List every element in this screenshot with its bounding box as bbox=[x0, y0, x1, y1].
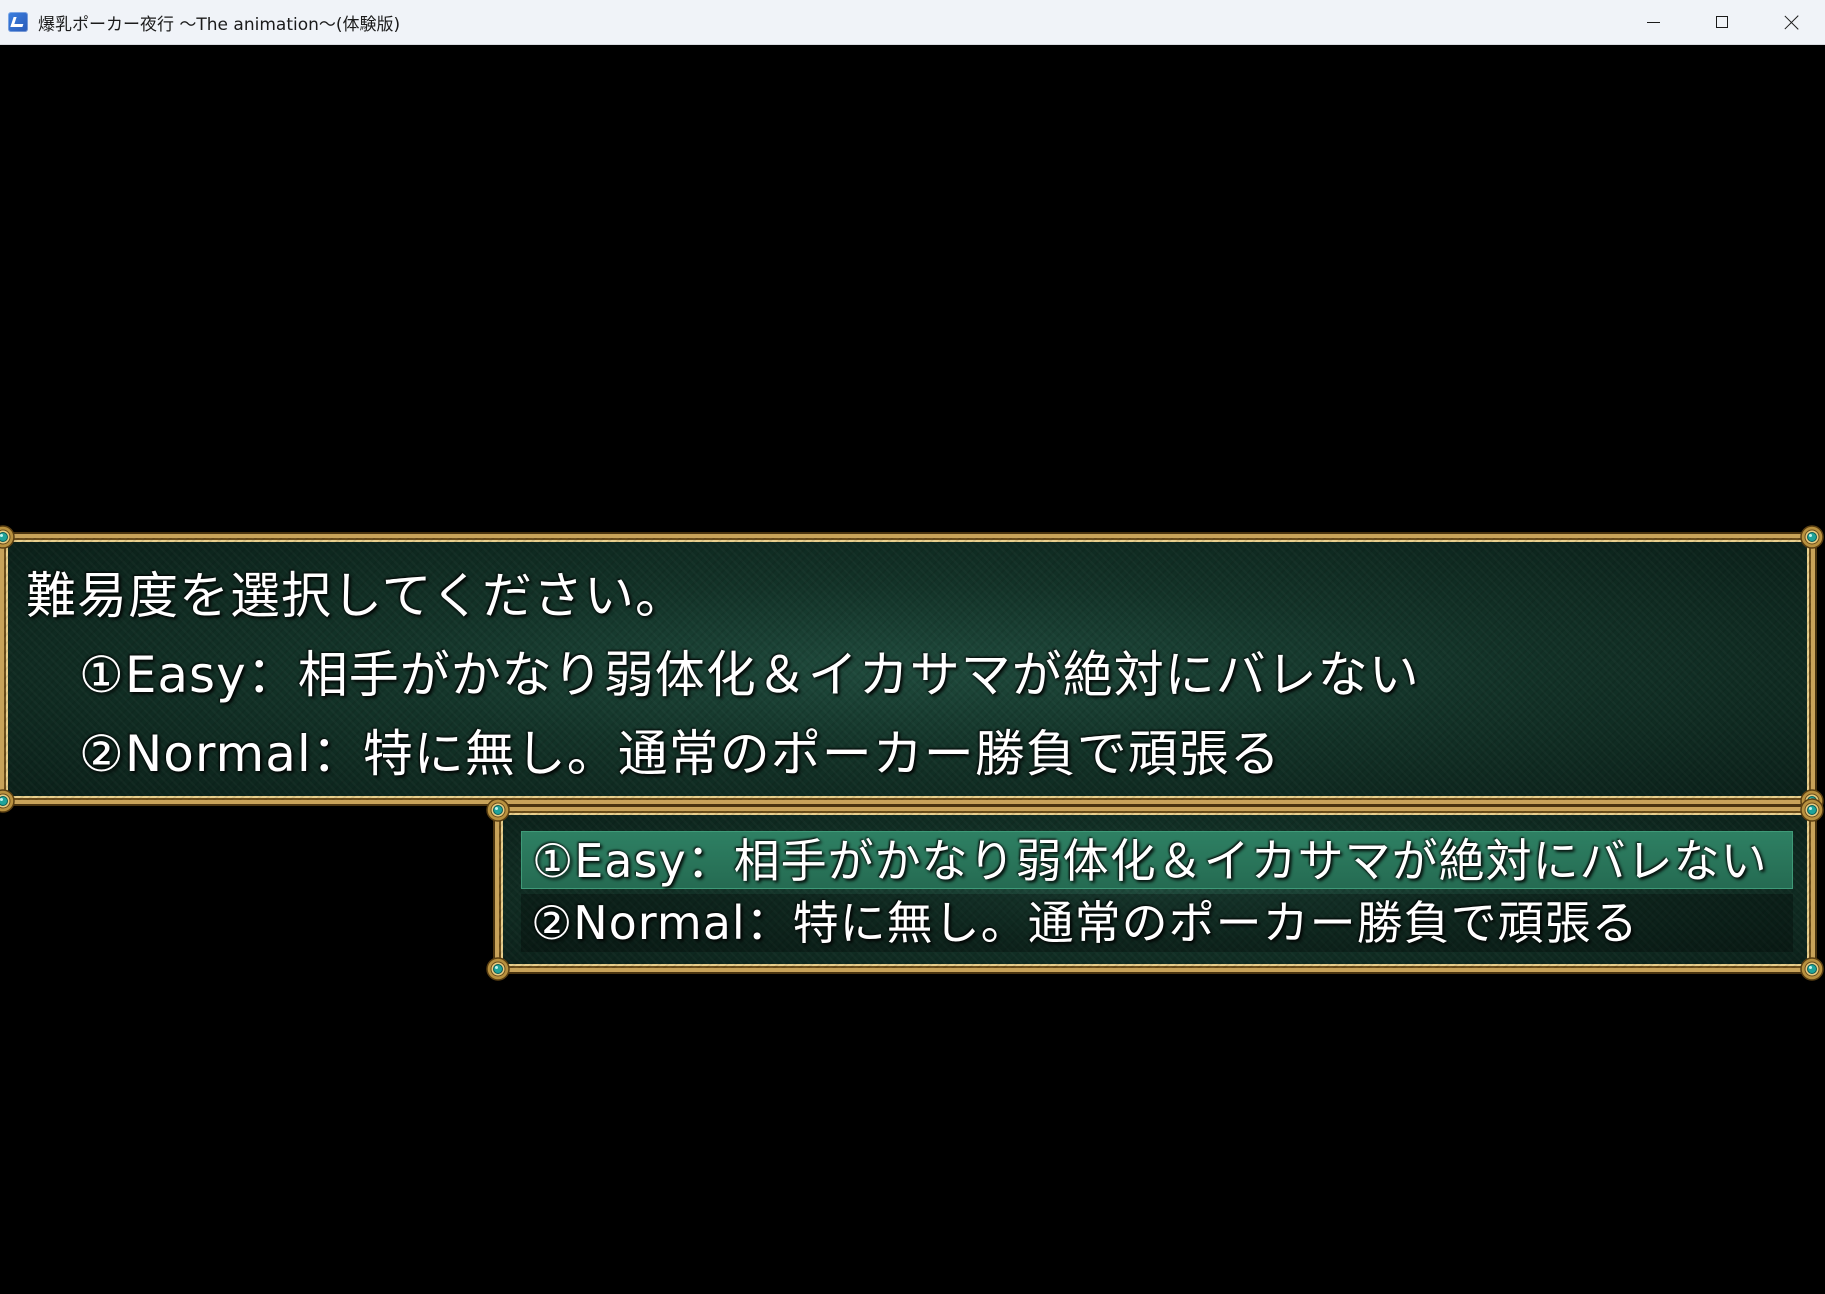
minimize-icon bbox=[1647, 22, 1660, 23]
close-button[interactable] bbox=[1757, 0, 1825, 45]
window-title: 爆乳ポーカー夜行 ～The animation～(体験版) bbox=[38, 15, 401, 35]
minimize-button[interactable] bbox=[1619, 0, 1687, 45]
ornament-corner-icon bbox=[1799, 797, 1825, 823]
close-icon bbox=[1784, 15, 1799, 30]
game-window: 爆乳ポーカー夜行 ～The animation～(体験版) 難易度を選択してくだ… bbox=[0, 0, 1825, 1294]
ornament-corner-icon bbox=[485, 797, 511, 823]
message-window: 難易度を選択してください。 ①Easy：相手がかなり弱体化＆イカサマが絶対にバレ… bbox=[0, 525, 1824, 813]
maximize-icon bbox=[1716, 16, 1728, 28]
title-bar[interactable]: 爆乳ポーカー夜行 ～The animation～(体験版) bbox=[0, 0, 1825, 45]
game-screen[interactable]: 難易度を選択してください。 ①Easy：相手がかなり弱体化＆イカサマが絶対にバレ… bbox=[0, 45, 1825, 1294]
maximize-button[interactable] bbox=[1688, 0, 1756, 45]
choice-normal[interactable]: ②Normal：特に無し。通常のポーカー勝負で頑張る bbox=[521, 894, 1793, 952]
message-prompt: 難易度を選択してください。 bbox=[26, 567, 686, 625]
message-option-easy: ①Easy：相手がかなり弱体化＆イカサマが絶対にバレない bbox=[79, 646, 1420, 704]
choice-window: ①Easy：相手がかなり弱体化＆イカサマが絶対にバレない ②Normal：特に無… bbox=[486, 798, 1824, 981]
ornament-corner-icon bbox=[1799, 524, 1825, 550]
app-icon bbox=[8, 12, 28, 32]
ornament-corner-icon bbox=[0, 524, 16, 550]
message-option-normal: ②Normal：特に無し。通常のポーカー勝負で頑張る bbox=[79, 725, 1281, 783]
ornament-corner-icon bbox=[1799, 956, 1825, 982]
ornament-corner-icon bbox=[0, 788, 16, 814]
choice-easy[interactable]: ①Easy：相手がかなり弱体化＆イカサマが絶対にバレない bbox=[521, 831, 1793, 889]
ornament-corner-icon bbox=[485, 956, 511, 982]
